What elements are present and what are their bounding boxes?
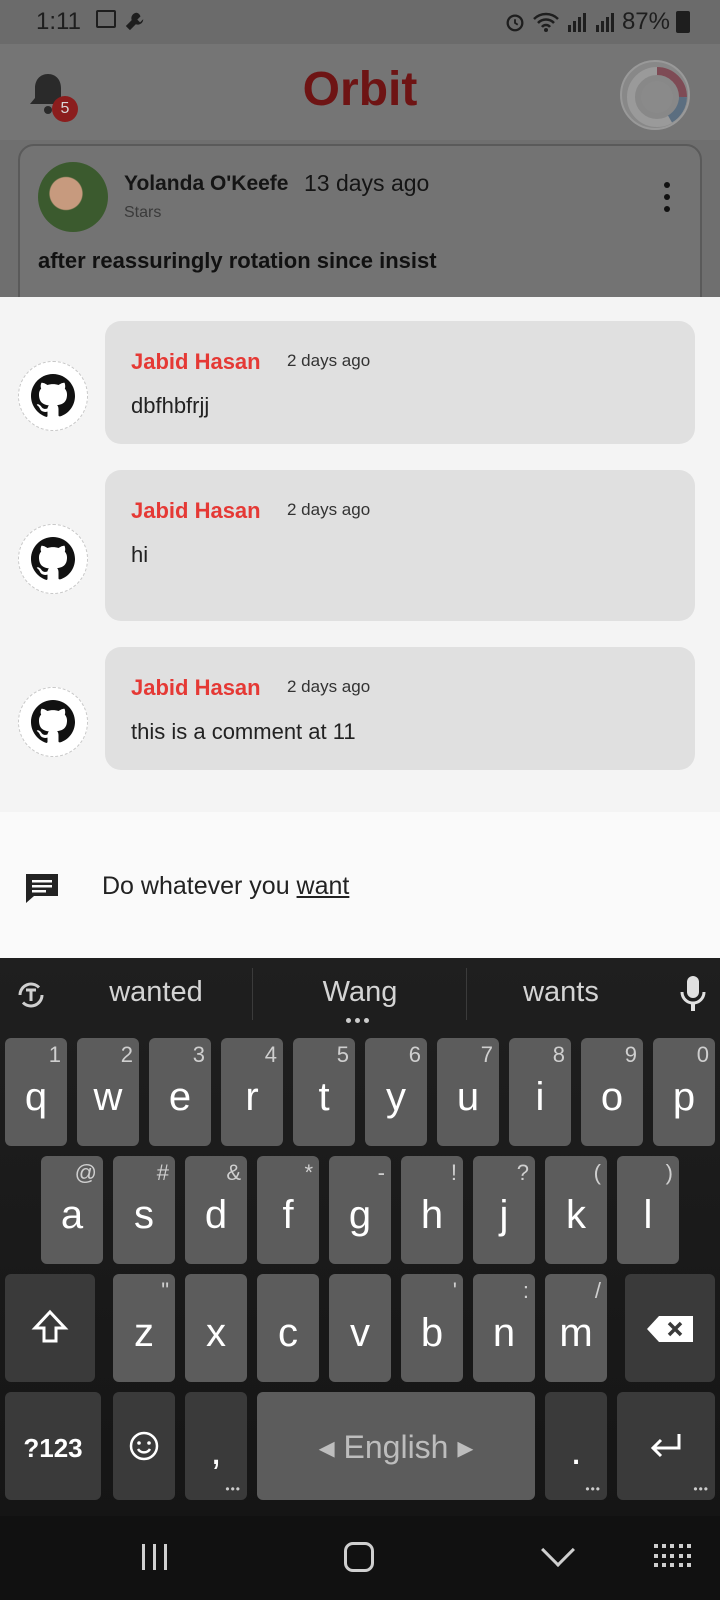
comment-time: 2 days ago — [287, 677, 371, 696]
alarm-icon — [506, 14, 524, 32]
keyboard: wanted Wang wants 1q 2w 3e 4r 5t 6y 7u 8… — [0, 958, 720, 1516]
comment-text: this is a comment at 11 — [131, 719, 356, 744]
key-b[interactable]: ' b — [401, 1274, 463, 1382]
post-title: after reassuringly rotation since insist — [38, 248, 437, 273]
wifi-icon — [533, 12, 559, 32]
key-j[interactable]: ? j — [473, 1156, 535, 1264]
suggestion-1[interactable]: wanted — [58, 976, 254, 1009]
suggestion-2[interactable]: Wang — [254, 976, 466, 1009]
app-bar: 5 Orbit — [0, 44, 720, 140]
post-overlay: Yolanda O'Keefe 13 days ago Stars after … — [0, 140, 720, 297]
status-time: 1:11 — [36, 8, 81, 35]
key-q[interactable]: 1q — [5, 1038, 67, 1146]
post-author-avatar[interactable] — [38, 162, 108, 232]
comment-author[interactable]: Jabid Hasan — [131, 349, 261, 375]
key-w[interactable]: 2w — [77, 1038, 139, 1146]
key-a[interactable]: @ a — [41, 1156, 103, 1264]
key-k[interactable]: (k — [545, 1156, 607, 1264]
comma-key[interactable]: , ••• — [185, 1392, 247, 1500]
signal-icon — [567, 13, 586, 32]
space-key[interactable]: ◂ English ▸ — [257, 1392, 535, 1500]
emoji-key[interactable] — [113, 1392, 175, 1500]
shift-icon — [31, 1309, 69, 1343]
app-title: Orbit — [302, 63, 418, 116]
comment-input[interactable]: Do whatever you want — [102, 872, 349, 901]
comment-bubble[interactable]: Jabid Hasan 2 days ago this is a comment… — [105, 647, 695, 770]
github-avatar-icon[interactable] — [18, 687, 88, 757]
key-l[interactable]: ) l — [617, 1156, 679, 1264]
key-e[interactable]: 3e — [149, 1038, 211, 1146]
period-key[interactable]: . ••• — [545, 1392, 607, 1500]
comment-text: hi — [131, 542, 149, 567]
key-m[interactable]: / m — [545, 1274, 607, 1382]
key-i[interactable]: 8i — [509, 1038, 571, 1146]
backspace-icon — [647, 1316, 693, 1342]
comment-time: 2 days ago — [287, 351, 371, 370]
comment-bubble[interactable]: Jabid Hasan 2 days ago hi — [105, 470, 695, 621]
suggestion-bar: wanted Wang wants — [0, 958, 720, 1030]
key-o[interactable]: 9o — [581, 1038, 643, 1146]
key-s[interactable]: # s — [113, 1156, 175, 1264]
recents-icon[interactable] — [142, 1544, 167, 1570]
key-h[interactable]: ! h — [401, 1156, 463, 1264]
translate-toggle-icon[interactable] — [14, 978, 48, 1012]
post-subtitle: Stars — [124, 204, 162, 221]
microphone-icon[interactable] — [678, 974, 708, 1014]
key-x[interactable]: x — [185, 1274, 247, 1382]
profile-ring-icon — [627, 67, 687, 127]
profile-avatar[interactable] — [620, 60, 690, 130]
battery-icon — [676, 11, 690, 33]
comment-icon — [26, 874, 58, 903]
enter-icon — [650, 1434, 681, 1458]
key-g[interactable]: -g — [329, 1156, 391, 1264]
suggestion-3[interactable]: wants — [466, 976, 656, 1009]
comments-sheet: Jabid Hasan 2 days ago dbfhbfrjj Jabid H… — [0, 297, 720, 812]
more-suggestions-icon[interactable] — [346, 1018, 369, 1023]
keyboard-switch-icon[interactable] — [654, 1544, 692, 1570]
key-d[interactable]: & d — [185, 1156, 247, 1264]
backspace-key[interactable] — [625, 1274, 715, 1382]
post-time: 13 days ago — [304, 170, 430, 196]
key-p[interactable]: 0p — [653, 1038, 715, 1146]
gallery-icon — [96, 10, 116, 28]
comment-text: dbfhbfrjj — [131, 393, 210, 418]
key-n[interactable]: :n — [473, 1274, 535, 1382]
post-card[interactable]: Yolanda O'Keefe 13 days ago Stars after … — [18, 144, 702, 297]
status-bar: 1:11 87% — [0, 0, 720, 44]
symbols-key[interactable]: ?123 — [5, 1392, 101, 1500]
signal-2-icon — [595, 13, 614, 32]
github-avatar-icon[interactable] — [18, 361, 88, 431]
hide-keyboard-icon[interactable] — [541, 1533, 575, 1567]
home-icon[interactable] — [344, 1542, 374, 1572]
comment-author[interactable]: Jabid Hasan — [131, 675, 261, 701]
comment-input-row: Do whatever you want — [0, 812, 720, 958]
enter-key[interactable]: ••• — [617, 1392, 715, 1500]
emoji-icon — [129, 1431, 159, 1461]
key-r[interactable]: 4r — [221, 1038, 283, 1146]
key-f[interactable]: * f — [257, 1156, 319, 1264]
space-language-label: ◂ English ▸ — [318, 1429, 474, 1465]
key-u[interactable]: 7u — [437, 1038, 499, 1146]
comment-time: 2 days ago — [287, 500, 371, 519]
key-c[interactable]: c — [257, 1274, 319, 1382]
post-author-name[interactable]: Yolanda O'Keefe — [124, 172, 288, 196]
comment-bubble[interactable]: Jabid Hasan 2 days ago dbfhbfrjj — [105, 321, 695, 444]
shift-key[interactable] — [5, 1274, 95, 1382]
navigation-bar — [0, 1516, 720, 1600]
key-y[interactable]: 6y — [365, 1038, 427, 1146]
key-v[interactable]: v — [329, 1274, 391, 1382]
key-z[interactable]: " z — [113, 1274, 175, 1382]
comment-author[interactable]: Jabid Hasan — [131, 498, 261, 524]
wrench-icon — [125, 12, 144, 31]
key-t[interactable]: 5t — [293, 1038, 355, 1146]
more-options-icon[interactable] — [664, 182, 670, 218]
github-avatar-icon[interactable] — [18, 524, 88, 594]
battery-percent: 87% — [621, 8, 670, 35]
